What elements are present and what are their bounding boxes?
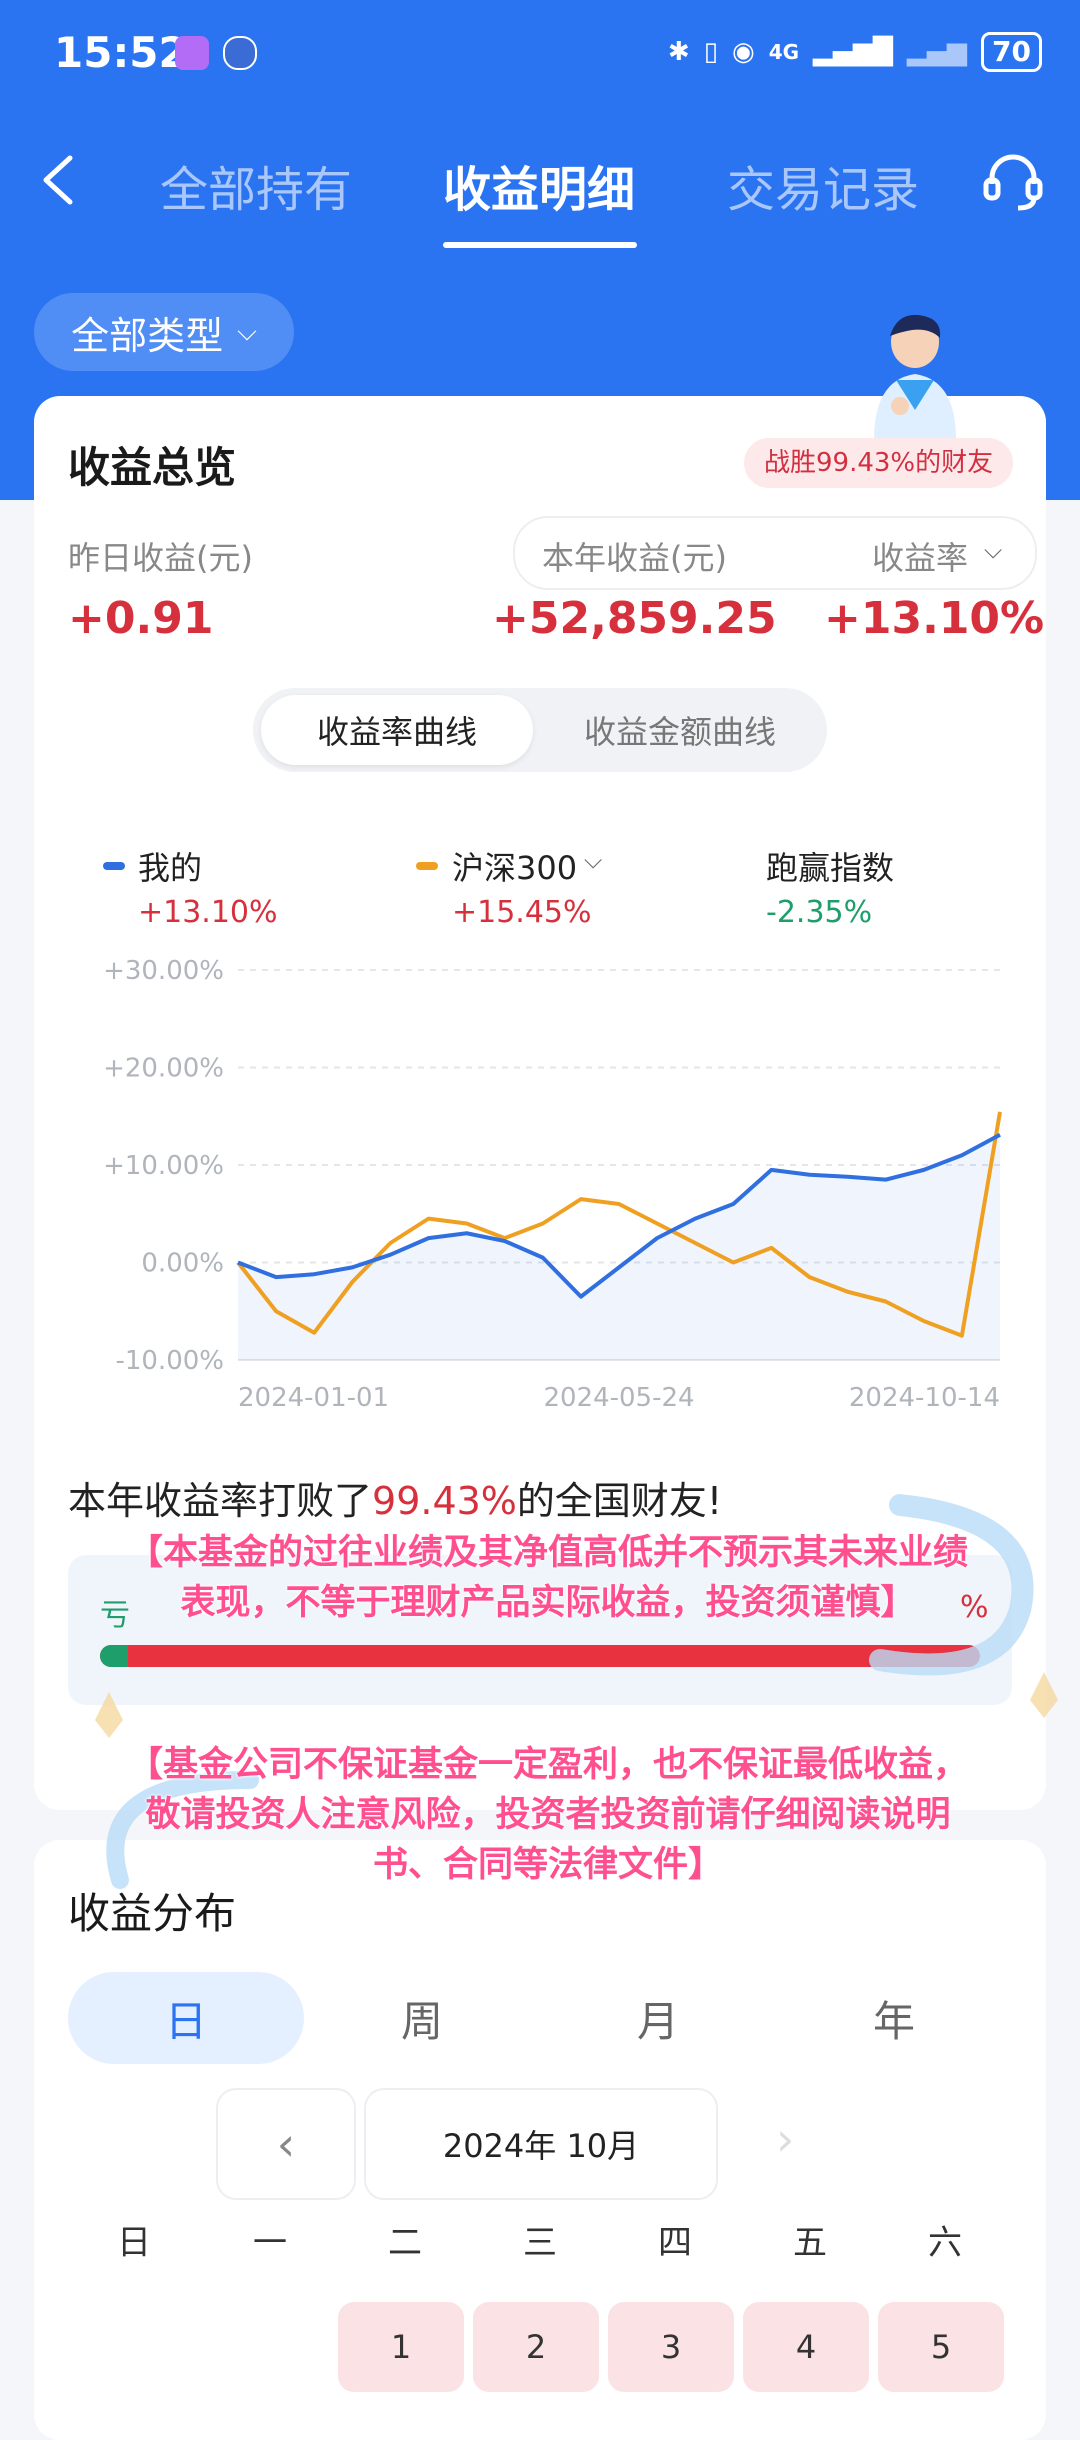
legend-mine-value: +13.10%	[138, 895, 278, 930]
returns-line-chart: +30.00% +20.00% +10.00% 0.00% -10.00% 2024-01…	[103, 956, 1002, 1413]
type-filter-dropdown[interactable]: 全部类型 ⌵	[34, 293, 294, 371]
x-tick-label: 2024-01-01	[238, 1383, 389, 1413]
chevron-down-icon: ⌵	[237, 316, 257, 347]
bluetooth-icon: ✱	[667, 37, 690, 67]
weekday-thu: 四	[658, 2223, 692, 2263]
type-filter-label: 全部类型	[71, 313, 224, 358]
disclaimer-risk: 【基金公司不保证基金一定盈利，也不保证最低收益，敬请投资人注意风险，投资者投资前…	[127, 1745, 968, 1885]
legend-mine-swatch	[103, 862, 125, 870]
legend-hs300-swatch	[416, 862, 438, 870]
vibrate-icon: ▯	[703, 37, 719, 67]
tab-trade-records[interactable]: 交易记录	[727, 150, 919, 220]
year-label: 本年收益(元)	[542, 539, 727, 577]
weekday-sun: 日	[117, 2223, 151, 2263]
y-tick-label: -10.00%	[115, 1346, 224, 1376]
signal2-icon: ▂▄▆	[907, 37, 968, 67]
y-tick-label: +20.00%	[103, 1054, 224, 1084]
y-tick-label: 0.00%	[141, 1249, 224, 1279]
active-tab-indicator	[443, 242, 637, 248]
weekday-fri: 五	[793, 2223, 827, 2263]
prev-month-button[interactable]: ‹	[216, 2088, 356, 2200]
weekday-wed: 三	[523, 2223, 557, 2263]
status-right: ✱ ▯ ◉ 4G ▂▄▆█ ▂▄▆ 70	[668, 30, 1042, 74]
signal-icon: ▂▄▆█	[813, 37, 894, 67]
yesterday-label: 昨日收益(元)	[68, 539, 253, 577]
weekday-mon: 一	[253, 2223, 287, 2263]
tab-rate-curve[interactable]: 收益率曲线	[261, 695, 533, 765]
calendar-day-4[interactable]: 4	[743, 2302, 869, 2392]
x-tick-label: 2024-05-24	[543, 1383, 694, 1413]
distribution-title: 收益分布	[68, 1889, 237, 1938]
shield-notification-icon	[223, 36, 257, 70]
tab-all-holdings[interactable]: 全部持有	[160, 150, 352, 220]
battery-indicator: 70	[981, 32, 1042, 72]
period-day[interactable]: 日	[68, 1972, 304, 2064]
weekday-sat: 六	[928, 2223, 962, 2263]
customer-service-icon[interactable]	[980, 148, 1046, 214]
calendar-day-1[interactable]: 1	[338, 2302, 464, 2392]
disclaimer-past-performance: 【本基金的过往业绩及其净值高低并不预示其未来业绩表现，不等于理财产品实际收益，投…	[127, 1533, 968, 1623]
month-label: 2024年 10月	[442, 2127, 640, 2165]
tab-amount-curve[interactable]: 收益金额曲线	[540, 695, 820, 765]
period-year[interactable]: 年	[776, 1972, 1012, 2064]
legend-beat-value: -2.35%	[766, 895, 873, 930]
weekday-tue: 二	[388, 2223, 422, 2263]
next-month-icon[interactable]: ›	[776, 2112, 794, 2166]
mascot-illustration	[874, 314, 956, 440]
tab-earnings-detail[interactable]: 收益明细	[443, 150, 635, 220]
year-value: +52,859.25	[492, 593, 777, 644]
hotspot-icon: ◉	[732, 37, 755, 67]
legend-hs300-name[interactable]: 沪深300	[452, 843, 577, 889]
period-month[interactable]: 月	[540, 1972, 776, 2064]
month-selector[interactable]: 2024年 10月	[364, 2088, 718, 2200]
status-time: 15:52	[54, 28, 188, 77]
y-tick-label: +10.00%	[103, 1151, 224, 1181]
rate-chevron-icon[interactable]: ⌵	[984, 536, 1002, 564]
series-mine-area	[238, 1134, 1000, 1360]
x-tick-label: 2024-10-14	[849, 1383, 1000, 1413]
yesterday-value: +0.91	[68, 593, 214, 644]
period-week[interactable]: 周	[304, 1972, 540, 2064]
chevron-left-icon: ‹	[276, 2117, 296, 2171]
hs300-chevron-icon[interactable]: ⌵	[584, 846, 602, 874]
network-type: 4G	[768, 40, 800, 64]
calendar-day-5[interactable]: 5	[878, 2302, 1004, 2392]
calendar-day-3[interactable]: 3	[608, 2302, 734, 2392]
legend-hs300-value: +15.45%	[452, 895, 592, 930]
overview-title: 收益总览	[68, 443, 237, 492]
rate-label[interactable]: 收益率	[872, 533, 968, 579]
calendar-day-2[interactable]: 2	[473, 2302, 599, 2392]
y-tick-label: +30.00%	[103, 956, 224, 986]
rank-badge: 战胜99.43%的财友	[744, 438, 1014, 488]
app-notification-icon	[175, 36, 209, 70]
rate-value: +13.10%	[824, 593, 1045, 644]
legend-beat-name: 跑赢指数	[766, 849, 895, 887]
legend-mine-name: 我的	[138, 849, 203, 887]
back-icon[interactable]	[36, 150, 86, 210]
